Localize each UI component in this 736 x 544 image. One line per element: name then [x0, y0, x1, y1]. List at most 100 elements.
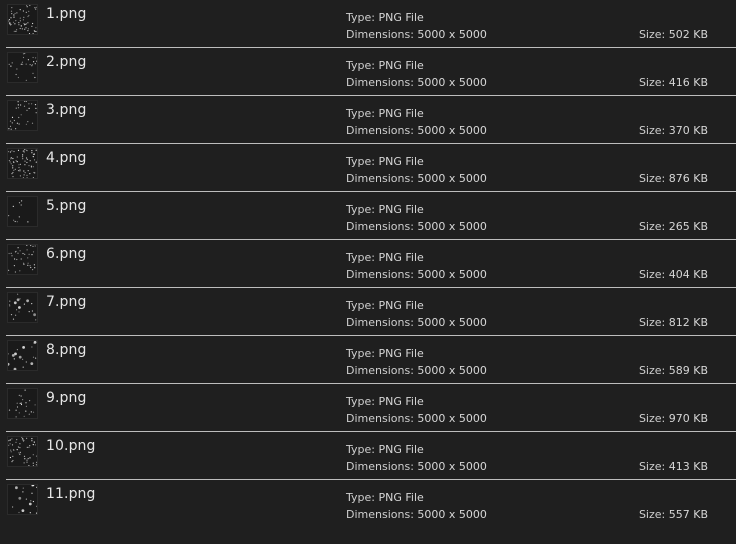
- file-thumbnail[interactable]: [7, 484, 38, 515]
- file-dimensions-value: 5000 x 5000: [417, 124, 487, 137]
- file-size: Size: 812 KB: [639, 316, 708, 329]
- file-thumbnail[interactable]: [7, 340, 38, 371]
- file-row[interactable]: 9.png Type: PNG File Dimensions: 5000 x 50…: [6, 384, 736, 432]
- file-name[interactable]: 4.png: [46, 150, 87, 166]
- file-type: Type: PNG File: [346, 347, 424, 360]
- file-thumbnail[interactable]: [7, 244, 38, 275]
- file-size-label: Size:: [638, 412, 666, 425]
- file-dimensions-value: 5000 x 5000: [417, 364, 487, 377]
- file-type-value: PNG File: [378, 347, 424, 360]
- file-dimensions-label: Dimensions:: [346, 364, 414, 377]
- file-name[interactable]: 9.png: [46, 390, 87, 406]
- file-type-label: Type:: [346, 395, 375, 408]
- file-dimensions-label: Dimensions:: [346, 316, 414, 329]
- file-row[interactable]: 6.png Type: PNG File Dimensions: 5000 x 50…: [6, 240, 736, 288]
- file-size-value: 812 KB: [668, 316, 708, 329]
- file-name[interactable]: 11.png: [46, 486, 96, 502]
- file-dimensions-value: 5000 x 5000: [417, 316, 487, 329]
- file-row[interactable]: 4.png Type: PNG File Dimensions: 5000 x 50…: [6, 144, 736, 192]
- file-size-label: Size:: [638, 220, 666, 233]
- file-dimensions-value: 5000 x 5000: [417, 268, 487, 281]
- file-row[interactable]: 2.png Type: PNG File Dimensions: 5000 x 50…: [6, 48, 736, 96]
- file-name[interactable]: 1.png: [46, 6, 87, 22]
- file-row[interactable]: 3.png Type: PNG File Dimensions: 5000 x 50…: [6, 96, 736, 144]
- file-thumbnail[interactable]: [7, 52, 38, 83]
- file-row[interactable]: 5.png Type: PNG File Dimensions: 5000 x 50…: [6, 192, 736, 240]
- texture-noise-icon: [8, 53, 37, 81]
- file-type-value: PNG File: [378, 203, 424, 216]
- file-size-label: Size:: [638, 124, 666, 137]
- file-dimensions-label: Dimensions:: [346, 28, 414, 41]
- file-type-value: PNG File: [378, 107, 424, 120]
- file-dimensions: Dimensions: 5000 x 5000: [346, 220, 487, 233]
- file-type-label: Type:: [346, 107, 375, 120]
- file-dimensions: Dimensions: 5000 x 5000: [346, 268, 487, 281]
- file-row[interactable]: 10.png Type: PNG File Dimensions: 5000 x 5…: [6, 432, 736, 480]
- file-size-label: Size:: [638, 508, 666, 521]
- file-type-label: Type:: [346, 203, 375, 216]
- file-name[interactable]: 2.png: [46, 54, 87, 70]
- file-row[interactable]: 11.png Type: PNG File Dimensions: 5000 x 5…: [6, 480, 736, 527]
- file-name[interactable]: 3.png: [46, 102, 87, 118]
- file-thumbnail[interactable]: [7, 100, 38, 131]
- file-dimensions-label: Dimensions:: [346, 76, 414, 89]
- file-name[interactable]: 5.png: [46, 198, 87, 214]
- file-dimensions-label: Dimensions:: [346, 124, 414, 137]
- file-thumbnail[interactable]: [7, 4, 38, 35]
- file-type: Type: PNG File: [346, 251, 424, 264]
- file-dimensions-value: 5000 x 5000: [417, 172, 487, 185]
- file-name[interactable]: 7.png: [46, 294, 87, 310]
- file-size-label: Size:: [638, 172, 666, 185]
- file-type-label: Type:: [346, 491, 375, 504]
- file-thumbnail[interactable]: [7, 148, 38, 179]
- file-thumbnail[interactable]: [7, 196, 38, 227]
- file-list: 1.png Type: PNG File Dimensions: 5000 x 50…: [0, 0, 736, 544]
- file-name[interactable]: 6.png: [46, 246, 87, 262]
- file-dimensions: Dimensions: 5000 x 5000: [346, 76, 487, 89]
- file-row[interactable]: 8.png Type: PNG File Dimensions: 5000 x 50…: [6, 336, 736, 384]
- file-dimensions: Dimensions: 5000 x 5000: [346, 28, 487, 41]
- file-type-label: Type:: [346, 11, 375, 24]
- file-type-value: PNG File: [378, 395, 424, 408]
- texture-noise-icon: [8, 101, 37, 130]
- file-type: Type: PNG File: [346, 443, 424, 456]
- file-size: Size: 370 KB: [639, 124, 708, 137]
- file-type: Type: PNG File: [346, 395, 424, 408]
- file-size-value: 404 KB: [668, 268, 708, 281]
- sparkle-icon: [12, 485, 37, 514]
- file-row[interactable]: 1.png Type: PNG File Dimensions: 5000 x 50…: [6, 0, 736, 48]
- file-type-label: Type:: [346, 299, 375, 312]
- file-dimensions-label: Dimensions:: [346, 412, 414, 425]
- file-type-value: PNG File: [378, 59, 424, 72]
- file-size: Size: 413 KB: [639, 460, 708, 473]
- texture-noise-icon: [8, 200, 29, 223]
- file-type-label: Type:: [346, 443, 375, 456]
- file-size-value: 413 KB: [668, 460, 708, 473]
- sparkle-icon: [8, 341, 37, 370]
- file-type-value: PNG File: [378, 299, 424, 312]
- file-dimensions: Dimensions: 5000 x 5000: [346, 460, 487, 473]
- file-name[interactable]: 10.png: [46, 438, 96, 454]
- file-dimensions-value: 5000 x 5000: [417, 508, 487, 521]
- file-dimensions-label: Dimensions:: [346, 508, 414, 521]
- file-dimensions: Dimensions: 5000 x 5000: [346, 364, 487, 377]
- file-row[interactable]: 7.png Type: PNG File Dimensions: 5000 x 50…: [6, 288, 736, 336]
- file-type-label: Type:: [346, 155, 375, 168]
- file-thumbnail[interactable]: [7, 388, 38, 419]
- sparkle-icon: [8, 389, 36, 418]
- file-size: Size: 876 KB: [639, 172, 708, 185]
- file-dimensions: Dimensions: 5000 x 5000: [346, 508, 487, 521]
- file-size-label: Size:: [638, 268, 666, 281]
- file-type-value: PNG File: [378, 11, 424, 24]
- file-size: Size: 404 KB: [639, 268, 708, 281]
- file-size-value: 265 KB: [668, 220, 708, 233]
- file-name[interactable]: 8.png: [46, 342, 87, 358]
- file-thumbnail[interactable]: [7, 436, 38, 467]
- file-size: Size: 589 KB: [639, 364, 708, 377]
- file-size-label: Size:: [638, 316, 666, 329]
- file-size-value: 970 KB: [668, 412, 708, 425]
- file-type: Type: PNG File: [346, 107, 424, 120]
- file-size-label: Size:: [638, 76, 666, 89]
- file-thumbnail[interactable]: [7, 292, 38, 323]
- texture-noise-icon: [8, 5, 37, 34]
